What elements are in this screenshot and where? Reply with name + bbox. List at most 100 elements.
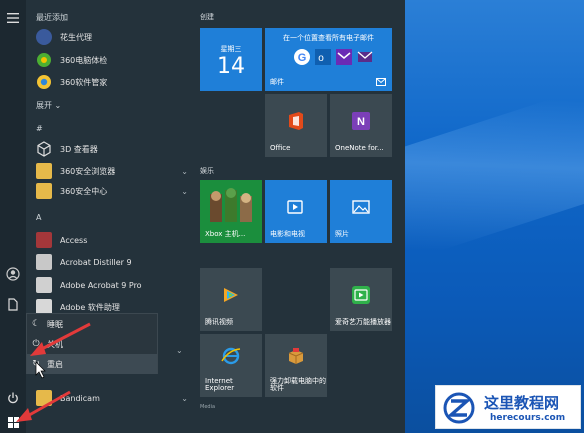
app-label: Bandicam [60, 393, 100, 403]
chevron-down-icon: ⌄ [176, 346, 183, 355]
outlook-icon: o [315, 49, 331, 65]
photos-label: 照片 [335, 230, 349, 239]
watermark-logo: 这里教程网 herecours.com [435, 385, 581, 429]
movies-tile[interactable]: 电影和电视 [265, 180, 327, 243]
chevron-down-icon: ⌄ [181, 166, 188, 176]
uninstall-box-icon [287, 347, 305, 367]
recent-header: 最近添加 [36, 13, 68, 22]
app-360-software[interactable]: 360软件管家 [36, 72, 192, 92]
sleep-label: 睡眠 [47, 319, 63, 329]
3d-viewer-icon [36, 141, 52, 157]
menu-icon[interactable] [5, 10, 21, 26]
app-label: Adobe 软件助理 [60, 302, 120, 312]
uninstall-label: 强力卸载电脑中的软件 [270, 376, 326, 393]
app-label: 花生代理 [60, 32, 92, 42]
power-icon: ⏻ [32, 339, 40, 349]
watermark-url: herecours.com [490, 413, 566, 423]
svg-text:N: N [357, 116, 365, 128]
create-header: 创建 [200, 13, 214, 21]
expand-link[interactable]: 展开 ⌄ [36, 100, 61, 111]
app-3d-viewer[interactable]: 3D 查看器 [36, 139, 192, 159]
google-icon: G [294, 49, 310, 65]
app-access[interactable]: Access [36, 230, 192, 250]
calendar-day: 14 [217, 54, 245, 79]
app-label: 360电脑体检 [60, 55, 108, 65]
app-360-center[interactable]: 360安全中心 ⌄ [36, 181, 192, 201]
iqiyi-label: 爱奇艺万能播放器 [335, 318, 391, 327]
play-header: 娱乐 [200, 167, 214, 175]
mail-tile[interactable]: 在一个位置查看所有电子邮件 G o 邮件 [265, 28, 392, 91]
iqiyi-player-icon [352, 285, 370, 306]
acrobat-distiller-icon [36, 254, 52, 270]
mail-label: 邮件 [270, 78, 284, 87]
onenote-icon: N [352, 111, 370, 132]
xbox-tile[interactable]: Xbox 主机... [200, 180, 262, 243]
tile-area: 创建 星期三 14 在一个位置查看所有电子邮件 G o 邮件 Office N … [192, 0, 405, 433]
watermark-emblem [443, 392, 475, 424]
hash-header[interactable]: # [36, 124, 43, 133]
svg-text:o: o [318, 53, 324, 64]
app-360-browser[interactable]: 360安全浏览器 ⌄ [36, 161, 192, 181]
internet-explorer-icon [221, 346, 241, 368]
chevron-down-icon: ⌄ [181, 186, 188, 196]
office-label: Office [270, 144, 291, 153]
app-label: 360安全浏览器 [60, 166, 116, 176]
app-peanut-proxy[interactable]: 花生代理 [36, 27, 192, 47]
app-label: 360软件管家 [60, 77, 108, 87]
tencent-video-tile[interactable]: 腾讯视频 [200, 268, 262, 331]
folder-icon [36, 163, 52, 179]
app-label: 360安全中心 [60, 186, 108, 196]
mail-top-text: 在一个位置查看所有电子邮件 [283, 34, 374, 42]
app-label: 3D 查看器 [60, 144, 98, 154]
iqiyi-tile[interactable]: 爱奇艺万能播放器 [330, 268, 392, 331]
user-icon[interactable] [5, 266, 21, 282]
mail-app-icons: G o [294, 49, 373, 65]
power-flyout: ☾ 睡眠 ⏻ 关机 ↻ 重启 [26, 313, 158, 374]
mail-icon [376, 78, 386, 86]
onenote-tile[interactable]: N OneNote for... [330, 94, 392, 157]
sleep-icon: ☾ [31, 319, 41, 329]
photos-tile[interactable]: 照片 [330, 180, 392, 243]
a-header[interactable]: A [36, 213, 41, 222]
tencent-video-icon [221, 286, 241, 306]
tencent-video-label: 腾讯视频 [205, 318, 233, 327]
office-tile[interactable]: Office [265, 94, 327, 157]
chevron-down-icon: ⌄ [181, 393, 188, 403]
desktop-background [354, 0, 584, 433]
watermark-title: 这里教程网 [484, 394, 560, 412]
app-label: Access [60, 235, 88, 245]
shutdown-option[interactable]: ⏻ 关机 [27, 334, 157, 354]
ie-label: Internet Explorer [205, 376, 235, 393]
film-icon [287, 199, 305, 217]
movies-label: 电影和电视 [270, 230, 305, 239]
office-icon [287, 111, 305, 133]
windows-icon[interactable] [5, 414, 21, 430]
app-label: Adobe Acrobat 9 Pro [60, 280, 142, 290]
app-acrobat-pro[interactable]: Adobe Acrobat 9 Pro [36, 275, 192, 295]
uninstall-tile[interactable]: 强力卸载电脑中的软件 [265, 334, 327, 397]
ie-tile[interactable]: Internet Explorer [200, 334, 262, 397]
calendar-tile[interactable]: 星期三 14 [200, 28, 262, 91]
xbox-label: Xbox 主机... [205, 230, 246, 239]
xbox-characters-image [204, 188, 258, 224]
access-icon [36, 232, 52, 248]
peanut-proxy-icon [36, 29, 52, 45]
folder-icon [36, 183, 52, 199]
restart-option[interactable]: ↻ 重启 [27, 354, 157, 374]
power-icon[interactable] [5, 390, 21, 406]
folder-icon [36, 390, 52, 406]
app-label: Acrobat Distiller 9 [60, 257, 132, 267]
360-check-icon [36, 52, 52, 68]
acrobat-icon [36, 277, 52, 293]
photo-icon [352, 200, 370, 216]
sleep-option[interactable]: ☾ 睡眠 [27, 314, 157, 334]
restart-label: 重启 [47, 359, 63, 369]
app-360-check[interactable]: 360电脑体检 [36, 50, 192, 70]
start-rail [0, 0, 26, 433]
document-icon[interactable] [5, 296, 21, 312]
envelope-icon [357, 51, 373, 62]
app-bandicam[interactable]: Bandicam ⌄ [36, 388, 192, 408]
shutdown-label: 关机 [47, 339, 63, 349]
restart-icon: ↻ [32, 359, 40, 369]
app-acrobat-distiller[interactable]: Acrobat Distiller 9 [36, 252, 192, 272]
